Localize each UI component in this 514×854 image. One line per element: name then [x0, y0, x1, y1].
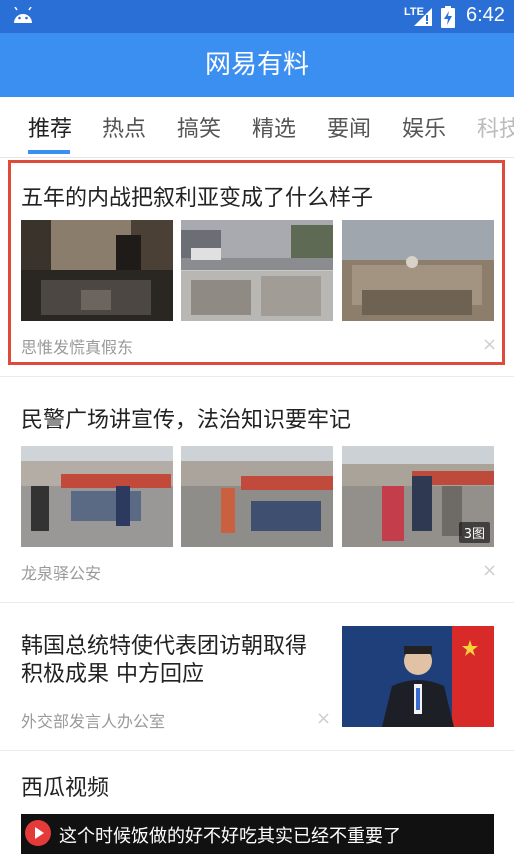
news-card-syria[interactable]: 五年的内战把叙利亚变成了什么样子 思惟发慌真假东 ×	[0, 158, 514, 377]
play-icon-glyph	[35, 827, 44, 839]
signal-icon	[414, 8, 432, 26]
video-section-title[interactable]: 西瓜视频	[21, 770, 109, 802]
app-title: 网易有料	[0, 33, 514, 97]
thumbnail-square-3[interactable]: 3图	[342, 446, 494, 547]
tab-entertainment[interactable]: 娱乐	[402, 111, 446, 143]
video-caption: 这个时候饭做的好不好吃其实已经不重要了	[59, 826, 401, 847]
active-tab-indicator	[28, 150, 70, 154]
news-feed[interactable]: 五年的内战把叙利亚变成了什么样子 思惟发慌真假东 × 民警广场讲宣传，法治知识要…	[0, 158, 514, 854]
thumbnail-square-1[interactable]	[21, 446, 173, 547]
news-source: 外交部发言人办公室	[21, 712, 166, 731]
tab-tech[interactable]: 科技	[477, 111, 514, 143]
dismiss-icon[interactable]: ×	[316, 708, 331, 729]
thumbnail-city-road[interactable]	[181, 220, 333, 321]
tab-hot[interactable]: 热点	[102, 111, 146, 143]
dismiss-icon[interactable]: ×	[482, 334, 497, 355]
news-card-police[interactable]: 民警广场讲宣传，法治知识要牢记 3图 龙泉驿公安 ×	[0, 380, 514, 603]
news-title[interactable]: 民警广场讲宣传，法治知识要牢记	[21, 402, 351, 434]
thumbnail-street[interactable]	[21, 220, 173, 321]
video-player[interactable]: 这个时候饭做的好不好吃其实已经不重要了	[21, 814, 494, 854]
tab-news[interactable]: 要闻	[327, 111, 371, 143]
news-source: 思惟发慌真假东	[21, 338, 134, 357]
thumbnail-square-2[interactable]	[181, 446, 333, 547]
clock: 6:42	[466, 4, 505, 26]
thumbnail-spokesperson[interactable]	[342, 626, 494, 727]
android-icon	[14, 7, 32, 23]
status-bar: LTE 6:42	[0, 0, 514, 33]
battery-charging-icon	[441, 6, 455, 28]
play-icon[interactable]	[25, 820, 51, 846]
image-count-badge: 3图	[458, 522, 490, 543]
news-title[interactable]: 五年的内战把叙利亚变成了什么样子	[21, 180, 373, 212]
tab-recommended[interactable]: 推荐	[28, 111, 72, 143]
category-tabs: 推荐 热点 搞笑 精选 要闻 娱乐 科技	[0, 97, 514, 158]
thumbnail-skyline[interactable]	[342, 220, 494, 321]
dismiss-icon[interactable]: ×	[482, 560, 497, 581]
tab-featured[interactable]: 精选	[252, 111, 296, 143]
news-title-line2[interactable]: 积极成果 中方回应	[21, 656, 204, 688]
tab-funny[interactable]: 搞笑	[177, 111, 221, 143]
news-source: 龙泉驿公安	[21, 564, 102, 583]
news-card-korea[interactable]: 韩国总统特使代表团访朝取得 积极成果 中方回应 外交部发言人办公室 ×	[0, 604, 514, 751]
